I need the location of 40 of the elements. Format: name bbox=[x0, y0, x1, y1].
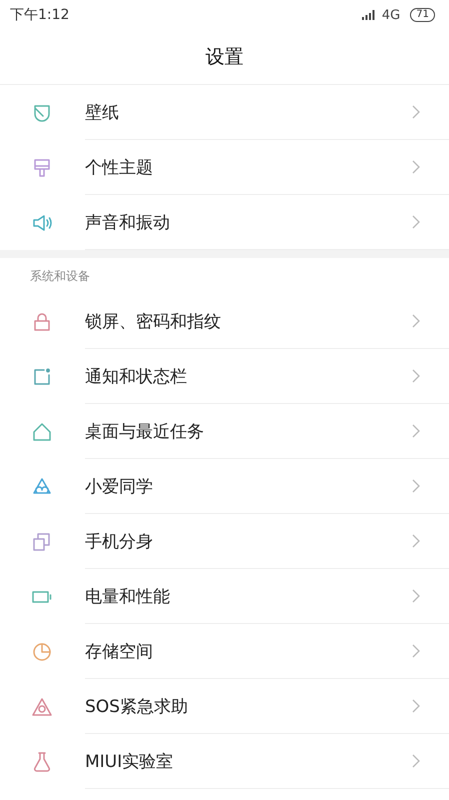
row-label: MIUI实验室 bbox=[85, 750, 174, 772]
settings-row[interactable]: 电量和性能 bbox=[0, 569, 449, 624]
settings-row[interactable]: 通知和状态栏 bbox=[0, 349, 449, 404]
row-label: SOS紧急求助 bbox=[85, 696, 188, 718]
chevron-icon bbox=[412, 424, 420, 438]
battery-level: 71 bbox=[410, 8, 435, 22]
chevron-icon bbox=[412, 699, 420, 713]
chevron-icon bbox=[412, 644, 420, 658]
row-label: 个性主题 bbox=[85, 156, 153, 178]
row-label: 锁屏、密码和指纹 bbox=[85, 310, 221, 332]
row-label: 通知和状态栏 bbox=[85, 366, 187, 388]
section-header: 系统和设备 bbox=[30, 268, 90, 284]
settings-row[interactable]: 壁纸 bbox=[0, 85, 449, 140]
settings-row[interactable]: 存储空间 bbox=[0, 624, 449, 679]
row-label: 电量和性能 bbox=[85, 586, 170, 608]
chevron-icon bbox=[412, 479, 420, 493]
chevron-icon bbox=[412, 534, 420, 548]
settings-row[interactable]: 桌面与最近任务 bbox=[0, 404, 449, 459]
page-title: 设置 bbox=[206, 45, 244, 70]
chevron-icon bbox=[412, 215, 420, 229]
settings-row[interactable]: 手机分身 bbox=[0, 514, 449, 569]
row-label: 小爱同学 bbox=[85, 476, 153, 498]
settings-row[interactable]: 小爱同学 bbox=[0, 459, 449, 514]
chevron-icon bbox=[412, 160, 420, 174]
row-label: 桌面与最近任务 bbox=[85, 420, 204, 442]
settings-row[interactable]: 个性主题 bbox=[0, 140, 449, 195]
settings-row[interactable]: 锁屏、密码和指纹 bbox=[0, 294, 449, 349]
row-label: 壁纸 bbox=[85, 102, 119, 124]
chevron-icon bbox=[412, 589, 420, 603]
chevron-icon bbox=[412, 105, 420, 119]
status-time: 下午1:12 bbox=[10, 6, 70, 24]
settings-row[interactable]: MIUI实验室 bbox=[0, 734, 449, 789]
settings-row[interactable]: SOS紧急求助 bbox=[0, 679, 449, 734]
chevron-icon bbox=[412, 369, 420, 383]
network-label: 4G bbox=[382, 8, 400, 22]
chevron-icon bbox=[412, 314, 420, 328]
row-label: 声音和振动 bbox=[85, 212, 170, 234]
chevron-icon bbox=[412, 754, 420, 768]
row-label: 存储空间 bbox=[85, 640, 153, 662]
row-label: 手机分身 bbox=[85, 530, 153, 552]
